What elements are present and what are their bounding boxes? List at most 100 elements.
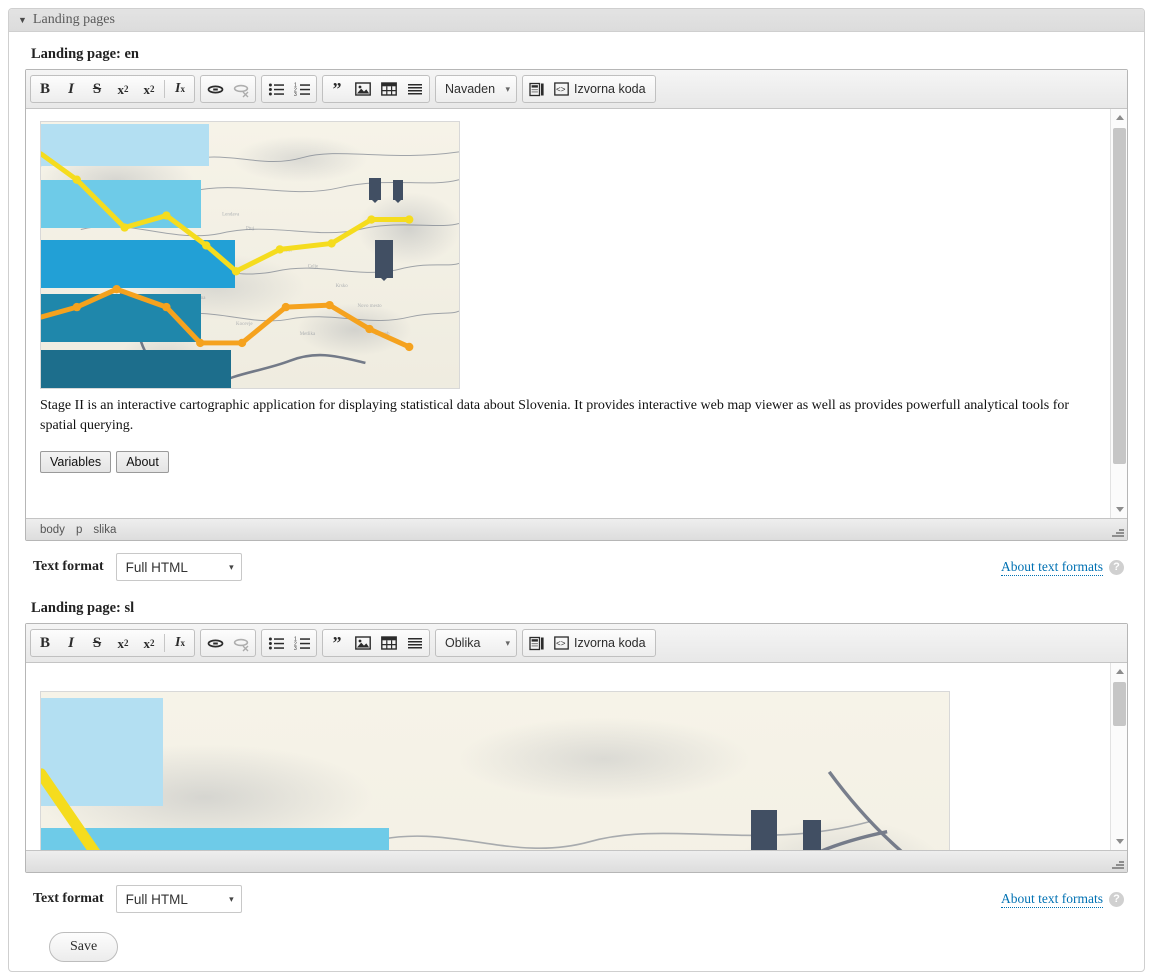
table-icon[interactable] (376, 631, 402, 655)
scroll-up-arrow-icon[interactable] (1111, 663, 1127, 680)
editor-sl-toolbar: B I S x2 x2 Ix 1 2 3 ” Oblika ▾ <> Izvor… (26, 624, 1127, 663)
source-code-icon: <> (554, 636, 569, 650)
subscript-button[interactable]: x2 (136, 77, 162, 101)
italic-button[interactable]: I (58, 77, 84, 101)
source-code-label: Izvorna koda (574, 636, 646, 650)
editor-en: B I S x2 x2 Ix 1 2 3 ” Navaden ▾ <> Izvo… (25, 69, 1128, 541)
fieldset-body: Landing page: en B I S x2 x2 Ix 1 2 3 ” … (9, 32, 1144, 971)
unlink-icon[interactable] (228, 631, 254, 655)
scroll-down-arrow-icon[interactable] (1111, 833, 1127, 850)
element-path-item[interactable]: p (76, 524, 82, 536)
editor-sl-element-path-bar (26, 850, 1127, 872)
save-button[interactable]: Save (49, 932, 119, 962)
paragraph-format-combo[interactable]: Navaden ▾ (435, 75, 517, 103)
scroll-down-arrow-icon[interactable] (1111, 501, 1127, 518)
svg-text:3: 3 (294, 646, 297, 651)
landing-page-sl-label: Landing page: sl (31, 600, 135, 616)
toolbar-group-links (200, 629, 256, 657)
table-icon[interactable] (376, 77, 402, 101)
scroll-up-arrow-icon[interactable] (1111, 109, 1127, 126)
help-icon[interactable]: ? (1109, 559, 1124, 575)
toolbar-separator (164, 634, 165, 652)
image-icon[interactable] (350, 631, 376, 655)
element-path-item[interactable]: body (40, 524, 65, 536)
editor-en-toolbar: B I S x2 x2 Ix 1 2 3 ” Navaden ▾ <> Izvo… (26, 70, 1127, 109)
bold-button[interactable]: B (32, 631, 58, 655)
toolbar-separator (164, 80, 165, 98)
toolbar-group-links (200, 75, 256, 103)
superscript-button[interactable]: x2 (110, 77, 136, 101)
scrollbar-thumb[interactable] (1113, 128, 1126, 464)
element-path-item[interactable]: slika (93, 524, 116, 536)
landing-page-en-paragraph[interactable]: Stage II is an interactive cartographic … (40, 396, 1096, 437)
editor-resize-grip[interactable] (1112, 857, 1124, 869)
yellow-line (41, 768, 100, 850)
landing-banner-image-sl[interactable] (40, 691, 950, 850)
help-icon[interactable]: ? (1109, 891, 1124, 907)
text-format-label: Text format (33, 891, 104, 906)
numbered-list-icon[interactable]: 1 2 3 (289, 631, 315, 655)
paragraph-format-value: Navaden (445, 82, 496, 96)
image-icon[interactable] (350, 77, 376, 101)
editor-en-content-area[interactable]: Lendava Ptuj Maribor Celje Krsko Novo mesto… (26, 109, 1127, 518)
superscript-button[interactable]: x2 (110, 631, 136, 655)
horizontal-rule-icon[interactable] (402, 631, 428, 655)
paragraph-format-combo[interactable]: Oblika ▾ (435, 629, 517, 657)
landing-banner-image-en[interactable]: Lendava Ptuj Maribor Celje Krsko Novo mesto… (40, 121, 460, 389)
scrollbar-thumb[interactable] (1113, 682, 1126, 726)
toolbar-group-basic-styles: B I S x2 x2 Ix (30, 75, 195, 103)
chevron-down-icon: ▾ (505, 83, 510, 94)
numbered-list-icon[interactable]: 1 2 3 (289, 77, 315, 101)
map-pin-icon (751, 810, 777, 850)
text-format-select-en[interactable]: Full HTML ▾ (115, 553, 242, 581)
variables-button[interactable]: Variables (40, 450, 112, 473)
remove-format-button[interactable]: Ix (167, 77, 193, 101)
blockquote-icon[interactable]: ” (324, 631, 350, 655)
fieldset-legend-toggle[interactable]: ▼ Landing pages (9, 9, 1144, 32)
map-pin-icon (369, 178, 381, 200)
italic-button[interactable]: I (58, 631, 84, 655)
source-code-button[interactable]: <> Izvorna koda (550, 77, 654, 101)
orange-line (41, 286, 412, 350)
text-format-select-sl[interactable]: Full HTML ▾ (115, 885, 242, 913)
link-icon[interactable] (202, 77, 228, 101)
about-text-formats-link[interactable]: About text formats (1001, 891, 1103, 908)
text-format-row-en: Text format Full HTML ▾ About text forma… (25, 552, 1128, 582)
blockquote-icon[interactable]: ” (324, 77, 350, 101)
text-format-value: Full HTML (125, 559, 188, 575)
editor-sl-content-area[interactable] (26, 663, 1127, 850)
about-text-formats-link[interactable]: About text formats (1001, 559, 1103, 576)
editor-en-document[interactable]: Lendava Ptuj Maribor Celje Krsko Novo mesto… (26, 109, 1110, 518)
chevron-down-icon: ▾ (229, 561, 234, 572)
text-format-help-en: About text formats ? (1001, 559, 1124, 576)
remove-format-button[interactable]: Ix (167, 631, 193, 655)
yellow-line (41, 151, 412, 274)
fieldset-legend-label: Landing pages (32, 12, 115, 27)
templates-icon[interactable] (524, 77, 550, 101)
horizontal-rule-icon[interactable] (402, 77, 428, 101)
toolbar-group-tools: <> Izvorna koda (522, 75, 656, 103)
bold-button[interactable]: B (32, 77, 58, 101)
editor-resize-grip[interactable] (1112, 525, 1124, 537)
editor-sl-document[interactable] (26, 663, 1110, 850)
unlink-icon[interactable] (228, 77, 254, 101)
map-pin-icon (393, 180, 403, 200)
source-code-button[interactable]: <> Izvorna koda (550, 631, 654, 655)
collapse-arrow-icon[interactable]: ▼ (18, 15, 27, 25)
toolbar-group-lists: 1 2 3 (261, 75, 317, 103)
templates-icon[interactable] (524, 631, 550, 655)
map-pin-icon (803, 820, 821, 850)
text-format-label: Text format (33, 559, 104, 574)
strikethrough-button[interactable]: S (84, 77, 110, 101)
chevron-down-icon: ▾ (229, 893, 234, 904)
bulleted-list-icon[interactable] (263, 631, 289, 655)
bulleted-list-icon[interactable] (263, 77, 289, 101)
editor-en-vertical-scrollbar[interactable] (1110, 109, 1127, 518)
toolbar-group-insert: ” (322, 75, 430, 103)
editor-sl-vertical-scrollbar[interactable] (1110, 663, 1127, 850)
strikethrough-button[interactable]: S (84, 631, 110, 655)
link-icon[interactable] (202, 631, 228, 655)
about-button[interactable]: About (116, 450, 169, 473)
landing-pages-fieldset: ▼ Landing pages Landing page: en B I S x… (8, 8, 1145, 972)
subscript-button[interactable]: x2 (136, 631, 162, 655)
